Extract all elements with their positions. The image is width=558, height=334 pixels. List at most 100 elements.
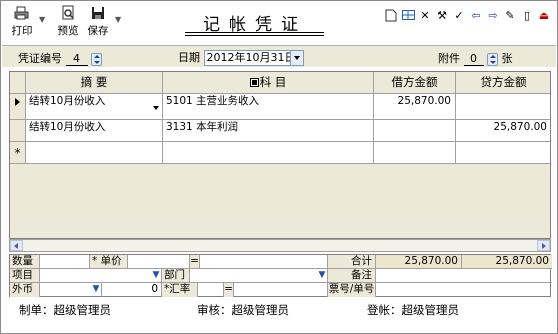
price-label: * 单价: [90, 255, 128, 269]
account-checkbox-icon[interactable]: [249, 78, 259, 87]
tools-icon[interactable]: ⚒: [435, 8, 449, 22]
save-dropdown-icon[interactable]: ▼: [115, 15, 121, 24]
maker-text: 制单：超级管理员: [19, 303, 111, 317]
dept-label: 部门: [162, 269, 190, 283]
new-row-marker[interactable]: *: [10, 142, 26, 164]
attach-unit: 张: [501, 52, 513, 65]
rate-label: *汇率: [162, 283, 198, 297]
new-row-credit[interactable]: [456, 142, 550, 164]
attach-count-input[interactable]: 0: [463, 52, 484, 66]
row1-summary-text: 结转10月份收入: [29, 95, 106, 107]
scroll-left-icon[interactable]: [10, 240, 23, 251]
attachment-field: 附件 0 张: [438, 50, 513, 66]
voucher-no-label: 凭证编号: [18, 52, 62, 65]
voucher-header: 凭证编号 4 日期 2012年10月31日 附件 0 张: [2, 45, 556, 67]
voucher-no-spinner[interactable]: [91, 52, 102, 66]
row2-summary[interactable]: 结转10月份收入: [26, 120, 163, 142]
date-field: 日期 2012年10月31日: [178, 49, 304, 66]
project-label: 项目: [10, 269, 40, 283]
poster-text: 登帐：超级管理员: [367, 303, 459, 317]
new-row-summary[interactable]: [26, 142, 163, 164]
new-row-debit[interactable]: [374, 142, 456, 164]
qty-input[interactable]: [40, 255, 90, 269]
project-dropdown-icon[interactable]: ▼: [151, 270, 161, 281]
col-summary-header[interactable]: 摘 要: [26, 72, 163, 94]
fx-currency-input[interactable]: ▼: [40, 283, 102, 297]
eq-label: =: [190, 255, 200, 269]
print-dropdown-icon[interactable]: ▼: [39, 15, 45, 24]
ticket-input[interactable]: [376, 283, 552, 297]
col-account-label: 科 目: [259, 75, 287, 89]
total-credit: 25,870.00: [462, 255, 552, 269]
grid-horizontal-scrollbar[interactable]: [9, 239, 551, 252]
fx-result-input[interactable]: [234, 283, 328, 297]
price-input[interactable]: [128, 255, 190, 269]
exit-icon[interactable]: ⏏: [537, 8, 551, 22]
row-indicator-icon[interactable]: [10, 94, 26, 120]
attach-icon[interactable]: ▯: [520, 8, 534, 22]
dept-dropdown-icon[interactable]: ▼: [317, 270, 327, 281]
right-toolbar: ✕ ⚒ ✓ ⇦ ⇨ ✎ ▯ ⏏: [384, 7, 551, 23]
row1-account[interactable]: 5101 主营业务收入: [163, 94, 374, 120]
total-label: 合计: [328, 255, 376, 269]
delete-icon[interactable]: ✕: [418, 8, 432, 22]
ticket-label: 票号/单号: [328, 283, 376, 297]
new-doc-icon[interactable]: [384, 8, 398, 22]
save-button[interactable]: 保存: [85, 5, 111, 37]
col-debit-header[interactable]: 借方金额: [374, 72, 456, 94]
row2-account[interactable]: 3131 本年利润: [163, 120, 374, 142]
row1-summary[interactable]: 结转10月份收入: [26, 94, 163, 120]
print-icon: [14, 6, 29, 20]
qty-label: 数量: [10, 255, 40, 269]
attach-spinner[interactable]: [487, 52, 498, 66]
voucher-grid: 摘 要 科 目 借方金额 贷方金额 结转10月份收入 5101 主营业务收入 2…: [9, 71, 551, 239]
insert-row-icon[interactable]: [401, 8, 415, 22]
col-account-header[interactable]: 科 目: [163, 72, 374, 94]
amount-input[interactable]: [200, 255, 328, 269]
eq2-label: =: [224, 283, 234, 297]
next-icon[interactable]: ⇨: [486, 8, 500, 22]
pen-icon[interactable]: ✎: [503, 8, 517, 22]
title-underline-double: [185, 35, 324, 36]
fx-label: 外币: [10, 283, 40, 297]
toolbar: 打印 ▼ 预览 保存 ▼ 记帐凭证 ✕ ⚒ ✓ ⇦ ⇨ ✎ ▯ ⏏: [1, 1, 557, 39]
scroll-right-icon[interactable]: [537, 240, 550, 251]
total-debit: 25,870.00: [376, 255, 462, 269]
remark-input[interactable]: [376, 269, 552, 283]
auditor-text: 审核：超级管理员: [197, 303, 289, 317]
save-label: 保存: [87, 25, 109, 37]
voucher-window: 打印 ▼ 预览 保存 ▼ 记帐凭证 ✕ ⚒ ✓ ⇦ ⇨ ✎ ▯ ⏏ 凭证编号 4…: [0, 0, 558, 334]
dept-input[interactable]: ▼: [190, 269, 328, 283]
date-dropdown-icon[interactable]: [289, 51, 303, 65]
col-credit-header[interactable]: 贷方金额: [456, 72, 550, 94]
check-icon[interactable]: ✓: [452, 8, 466, 22]
voucher-no-input[interactable]: 4: [65, 52, 88, 66]
grid-corner: [10, 72, 26, 94]
voucher-no-field: 凭证编号 4: [18, 50, 102, 66]
attach-label: 附件: [438, 52, 460, 65]
save-icon: [92, 7, 104, 19]
print-button[interactable]: 打印: [9, 5, 35, 37]
fx-dropdown-icon[interactable]: ▼: [91, 284, 101, 295]
project-input[interactable]: ▼: [40, 269, 162, 283]
prev-icon[interactable]: ⇦: [469, 8, 483, 22]
row2-indicator[interactable]: [10, 120, 26, 142]
summary-dropdown-icon[interactable]: [151, 98, 162, 112]
preview-button[interactable]: 预览: [55, 5, 81, 37]
title-underline: [185, 32, 324, 33]
row1-debit[interactable]: 25,870.00: [374, 94, 456, 120]
remark-label: 备注: [328, 269, 376, 283]
preview-label: 预览: [57, 25, 79, 37]
row1-credit[interactable]: [456, 94, 550, 120]
rate-input[interactable]: [198, 283, 224, 297]
date-picker[interactable]: 2012年10月31日: [203, 50, 304, 66]
print-label: 打印: [11, 25, 33, 37]
date-value: 2012年10月31日: [206, 51, 296, 64]
row2-debit[interactable]: [374, 120, 456, 142]
fx-amount[interactable]: 0: [102, 283, 162, 297]
voucher-info-panel: 数量 * 单价 = 合计 25,870.00 25,870.00 项目 ▼ 部门…: [9, 254, 552, 297]
new-row-account[interactable]: [163, 142, 374, 164]
date-label: 日期: [178, 51, 200, 64]
row2-credit[interactable]: 25,870.00: [456, 120, 550, 142]
preview-icon: [62, 5, 74, 20]
